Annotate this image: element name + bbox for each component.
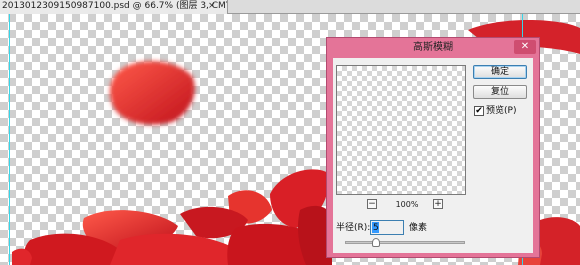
guide-line-left [9,14,10,265]
radius-slider-handle[interactable] [372,238,380,247]
zoom-level: 100% [395,200,419,209]
zoom-in-button[interactable]: + [433,199,443,209]
reset-button[interactable]: 复位 [473,85,527,99]
blur-preview-pane[interactable] [336,65,466,195]
document-tab[interactable]: 2013012309150987100.psd @ 66.7% (图层 3, C… [0,0,228,14]
preview-checkbox[interactable]: ✔ [474,106,484,116]
preview-checkbox-row[interactable]: ✔ 预览(P) [474,106,534,118]
zoom-out-button[interactable]: − [367,199,377,209]
radius-slider-track[interactable] [345,241,465,244]
dialog-title: 高斯模糊 [413,42,453,53]
preview-checkbox-label: 预览(P) [486,106,517,116]
ok-button[interactable]: 确定 [473,65,527,79]
dialog-body: − 100% + 确定 复位 ✔ 预览(P) 半径(R): 像素 [333,58,533,253]
close-tab-icon[interactable]: × [208,0,216,13]
radius-unit-label: 像素 [409,223,428,233]
document-tab-title: 2013012309150987100.psd @ 66.7% (图层 3, C… [2,1,227,11]
radius-label: 半径(R): [336,223,371,233]
radius-input[interactable] [370,220,404,235]
close-icon[interactable]: ✕ [514,40,536,54]
document-tab-bar: 2013012309150987100.psd @ 66.7% (图层 3, C… [0,0,580,14]
gaussian-blur-dialog: 高斯模糊 ✕ − 100% + 确定 复位 ✔ 预览(P) 半径(R): 像素 [326,37,540,258]
